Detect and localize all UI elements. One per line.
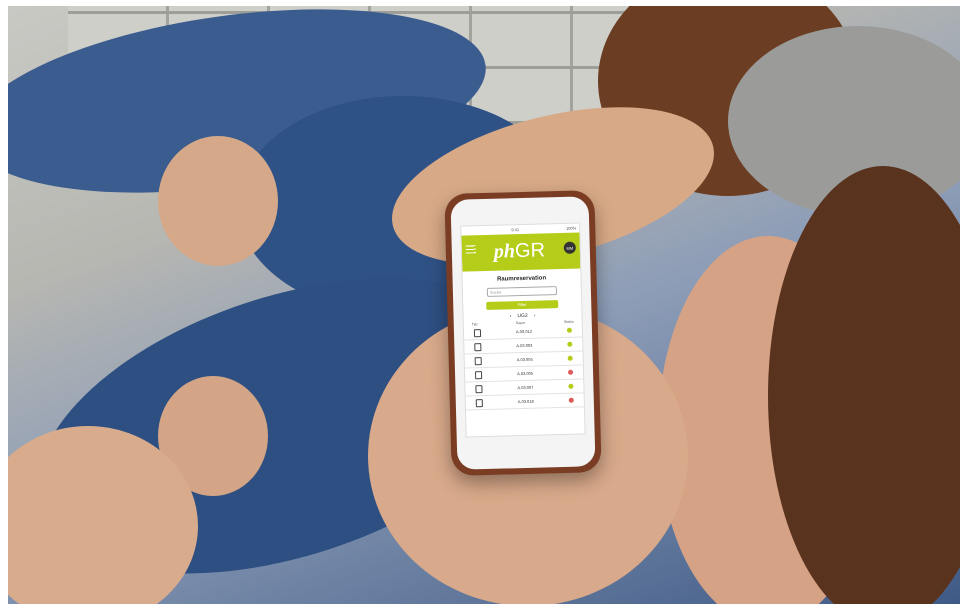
status-dot-icon bbox=[567, 341, 573, 347]
room-type-icon bbox=[473, 328, 482, 337]
status-dot-icon bbox=[567, 369, 574, 375]
room-type-icon bbox=[475, 398, 483, 407]
room-type-icon bbox=[475, 384, 483, 393]
room-name: A.03.004 bbox=[516, 356, 533, 363]
status-dot-icon bbox=[567, 355, 573, 361]
chevron-right-icon[interactable]: › bbox=[534, 313, 536, 319]
room-type-icon bbox=[474, 356, 482, 365]
app-header: phGR MM bbox=[461, 232, 581, 272]
hamburger-menu-icon[interactable] bbox=[465, 245, 476, 254]
hair-right bbox=[768, 166, 960, 604]
filter-button[interactable]: Filter bbox=[486, 300, 559, 310]
logo-gr: GR bbox=[514, 239, 546, 263]
room-list: A.00.012 A.03.003 A.03.004 A.03.005 A.03.007… bbox=[463, 323, 584, 411]
photo-scene: 9:41 100% phGR MM Raumreservation Suche … bbox=[8, 6, 960, 604]
chevron-left-icon[interactable]: ‹ bbox=[510, 313, 512, 319]
search-input[interactable]: Suche bbox=[486, 286, 558, 297]
status-battery: 100% bbox=[565, 225, 577, 231]
status-dot-icon bbox=[568, 397, 574, 403]
status-dot-icon bbox=[566, 327, 572, 333]
phone-screen: 9:41 100% phGR MM Raumreservation Suche … bbox=[460, 222, 586, 438]
status-dot-icon bbox=[568, 383, 574, 389]
phone-body: 9:41 100% phGR MM Raumreservation Suche … bbox=[450, 196, 596, 470]
col-status: Status bbox=[563, 319, 574, 324]
user-avatar[interactable]: MM bbox=[563, 241, 576, 254]
status-time: 9:41 bbox=[511, 227, 520, 233]
room-name: A.00.012 bbox=[515, 328, 533, 335]
col-type: Typ bbox=[471, 322, 478, 327]
smartphone: 9:41 100% phGR MM Raumreservation Suche … bbox=[444, 190, 602, 476]
room-type-icon bbox=[474, 342, 482, 351]
room-type-icon bbox=[474, 370, 483, 379]
room-name: A.03.018 bbox=[517, 398, 534, 405]
screen-title: Raumreservation bbox=[497, 275, 547, 283]
room-name: A.03.003 bbox=[516, 342, 533, 349]
col-room: Raum bbox=[515, 320, 526, 326]
level-label: UG2 bbox=[517, 312, 528, 320]
phgr-logo: phGR bbox=[494, 239, 546, 263]
room-name: A.03.005 bbox=[516, 370, 534, 377]
room-row[interactable]: A.03.018 bbox=[465, 393, 584, 411]
logo-ph: ph bbox=[493, 240, 516, 263]
hand-knee bbox=[158, 136, 278, 266]
room-name: A.03.007 bbox=[517, 384, 534, 391]
